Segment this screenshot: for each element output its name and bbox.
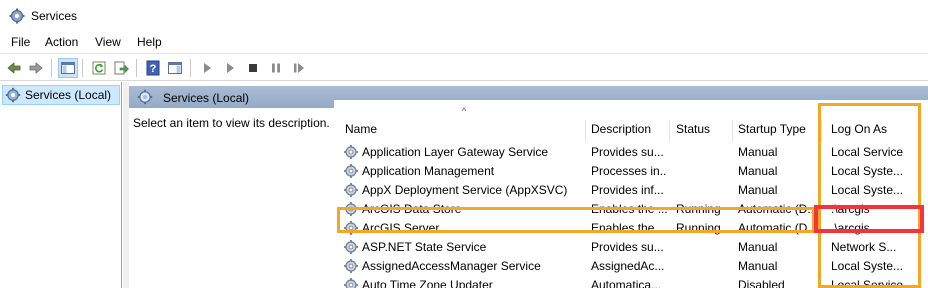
start-service-button[interactable] — [197, 58, 217, 78]
gear-icon — [344, 259, 358, 273]
column-header-name[interactable]: Name — [345, 120, 585, 144]
stop-service-icon — [249, 64, 257, 72]
service-name: AppX Deployment Service (AppXSVC) — [362, 183, 568, 197]
gear-icon — [344, 240, 358, 254]
service-name: AssignedAccessManager Service — [362, 259, 541, 273]
menu-bar: File Action View Help — [0, 32, 928, 52]
service-description: Processes in... — [591, 164, 667, 178]
title-bar: Services — [0, 0, 928, 31]
console-tree: Services (Local) — [0, 82, 122, 288]
start-service-alt-icon — [227, 63, 234, 73]
gear-icon — [344, 183, 358, 197]
column-header-startup-type[interactable]: Startup Type — [738, 120, 818, 144]
sort-ascending-icon: ^ — [462, 106, 467, 116]
arcgis-server-row-highlight — [337, 207, 815, 233]
forward-arrow-icon — [29, 62, 43, 74]
back-button[interactable] — [4, 58, 24, 78]
column-header-description[interactable]: Description — [591, 120, 669, 144]
column-divider[interactable] — [669, 120, 670, 142]
column-divider[interactable] — [732, 120, 733, 142]
menu-file[interactable]: File — [11, 35, 30, 49]
column-divider[interactable] — [585, 120, 586, 142]
results-pane: Services (Local) Select an item to view … — [129, 86, 928, 288]
service-startup-type: Manual — [738, 164, 778, 178]
toolbar-separator — [82, 59, 83, 77]
log-on-as-column-highlight — [818, 103, 921, 288]
stop-service-button[interactable] — [243, 58, 263, 78]
refresh-button[interactable] — [89, 58, 109, 78]
service-name: Auto Time Zone Updater — [362, 278, 493, 288]
restart-service-icon — [294, 63, 304, 73]
svg-text:?: ? — [150, 63, 157, 75]
tree-item-services-local[interactable]: Services (Local) — [2, 85, 120, 105]
pause-service-button[interactable] — [266, 58, 286, 78]
gear-icon — [137, 89, 153, 105]
restart-service-button[interactable] — [289, 58, 309, 78]
export-list-button[interactable] — [111, 58, 131, 78]
toolbar: ? — [0, 53, 928, 81]
back-arrow-icon — [7, 62, 21, 74]
service-startup-type: Manual — [738, 145, 778, 159]
show-hide-console-tree-button[interactable] — [58, 58, 78, 78]
service-name: ASP.NET State Service — [362, 240, 487, 254]
pane-title: Services (Local) — [163, 91, 250, 105]
help-icon: ? — [146, 60, 160, 76]
menu-view[interactable]: View — [95, 35, 121, 49]
arcgis-logon-cell-highlight — [814, 205, 924, 233]
gear-icon — [5, 87, 21, 103]
pause-service-icon — [272, 63, 280, 73]
show-hide-console-tree-icon — [61, 62, 75, 74]
service-description: AssignedAc... — [591, 259, 665, 273]
menu-action[interactable]: Action — [45, 35, 78, 49]
start-service-alt-button[interactable] — [220, 58, 240, 78]
service-startup-type: Manual — [738, 259, 778, 273]
service-name: Application Management — [362, 164, 495, 178]
forward-button[interactable] — [26, 58, 46, 78]
service-startup-type: Manual — [738, 183, 778, 197]
start-service-icon — [204, 63, 211, 73]
description-prompt: Select an item to view its description. — [133, 116, 330, 130]
window-title: Services — [31, 9, 78, 23]
toolbar-separator — [190, 59, 191, 77]
help-button[interactable]: ? — [143, 58, 163, 78]
toolbar-separator — [51, 59, 52, 77]
service-description: Provides su... — [591, 145, 664, 159]
tree-item-label: Services (Local) — [25, 88, 112, 102]
properties-pane-button[interactable] — [165, 58, 185, 78]
service-startup-type: Disabled — [738, 278, 785, 288]
properties-pane-icon — [168, 62, 182, 74]
service-description: Provides inf... — [591, 183, 664, 197]
menu-help[interactable]: Help — [137, 35, 162, 49]
gear-icon — [344, 145, 358, 159]
refresh-icon — [92, 61, 106, 75]
export-list-icon — [114, 61, 129, 75]
service-description: Automatica... — [591, 278, 662, 288]
service-name: Application Layer Gateway Service — [362, 145, 549, 159]
service-startup-type: Manual — [738, 240, 778, 254]
service-description: Provides su... — [591, 240, 664, 254]
column-header-status[interactable]: Status — [676, 120, 731, 144]
gear-icon — [9, 8, 25, 24]
gear-icon — [344, 278, 358, 288]
gear-icon — [344, 164, 358, 178]
toolbar-separator — [136, 59, 137, 77]
